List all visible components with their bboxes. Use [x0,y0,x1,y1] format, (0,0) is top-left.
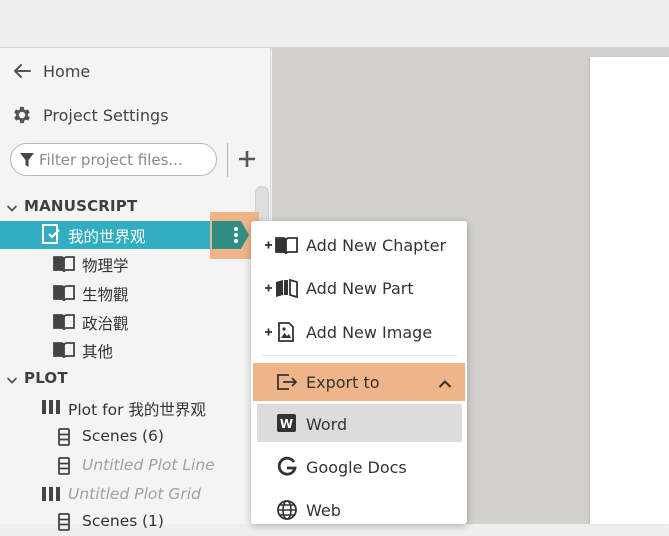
tree-item-plot-grid[interactable]: Plot for 我的世界观 [0,394,262,422]
context-menu: Add New Chapter Add New Part Add New Ima… [251,221,467,524]
section-label: MANUSCRIPT [24,197,138,215]
tree-item-label: 物理学 [82,257,129,275]
export-google-docs-item[interactable]: Google Docs [251,447,467,487]
menu-item-label: Add New Chapter [306,236,447,255]
plot-line-icon [58,513,70,535]
menu-divider [261,355,457,356]
book-check-icon [41,224,61,248]
tree-item-plot-line[interactable]: Scenes (6) [0,423,262,451]
project-settings-label: Project Settings [43,105,169,125]
menu-item-label: Word [306,415,348,434]
gear-icon [11,104,33,126]
open-book-icon [53,313,75,335]
filter-icon [20,153,34,172]
tree-item-plot-line[interactable]: Scenes (1) [0,508,262,536]
plus-icon [239,151,255,167]
plot-grid-icon [42,400,60,418]
back-arrow-icon [11,60,33,82]
open-book-icon [53,284,75,306]
plot-line-icon [58,457,70,479]
add-file-button[interactable] [235,147,259,171]
tree-item-label: 其他 [82,343,114,361]
open-book-icon [53,341,75,363]
svg-text:W: W [280,417,293,431]
menu-item-label: Add New Image [306,323,433,342]
chevron-up-icon [438,374,452,393]
tree-item-label: Plot for 我的世界观 [68,401,206,419]
export-icon [275,371,299,397]
tree-item-chapter[interactable]: 其他 [0,336,262,364]
project-settings-link[interactable]: Project Settings [0,98,271,132]
tree-item-label: 生物觀 [82,286,129,304]
tree-item-label: 我的世界观 [68,228,146,246]
tree-item-label: 政治觀 [82,315,129,333]
tree-item-label: Untitled Plot Line [82,456,215,474]
filter-box [10,143,217,176]
document-page[interactable] [590,57,669,524]
globe-icon [276,499,298,524]
plot-grid-icon [42,487,60,505]
export-web-item[interactable]: Web [251,490,467,524]
menu-item-label: Web [306,501,341,520]
export-word-item[interactable]: W Word [251,404,467,444]
word-icon: W [277,413,297,437]
plot-line-icon [58,428,70,450]
add-new-image-item[interactable]: Add New Image [251,312,467,352]
add-part-icon [263,277,301,303]
home-label: Home [43,61,91,81]
open-book-icon [53,255,75,277]
menu-item-label: Add New Part [306,279,414,298]
export-to-item[interactable]: Export to [251,362,467,402]
tree-item-label: Untitled Plot Grid [68,485,201,503]
section-label: PLOT [24,369,68,387]
chevron-down-icon [6,200,18,218]
tree-item-label: Scenes [82,427,138,445]
google-icon [277,456,297,482]
home-link[interactable]: Home [0,54,271,88]
menu-item-label: Export to [306,373,380,392]
tree-item-chapter[interactable]: 生物觀 [0,279,262,307]
tree-item-plot-grid[interactable]: Untitled Plot Grid [0,481,262,509]
tree-item-count: (6) [142,427,164,445]
menu-item-label: Google Docs [306,458,407,477]
add-chapter-icon [263,234,301,260]
tree-item-plot-line[interactable]: Untitled Plot Line [0,452,262,480]
top-toolbar [0,0,669,48]
more-vertical-icon [234,227,238,231]
tree-item-chapter[interactable]: 政治觀 [0,308,262,336]
chevron-down-icon [6,372,18,390]
section-plot[interactable]: PLOT [0,365,262,393]
add-new-chapter-item[interactable]: Add New Chapter [251,225,467,265]
toolbar-divider [227,143,228,177]
add-new-part-item[interactable]: Add New Part [251,268,467,308]
tree-item-count: (1) [142,512,164,530]
tree-item-label: Scenes [82,512,138,530]
filter-input[interactable] [39,149,211,171]
add-image-icon [263,321,301,347]
